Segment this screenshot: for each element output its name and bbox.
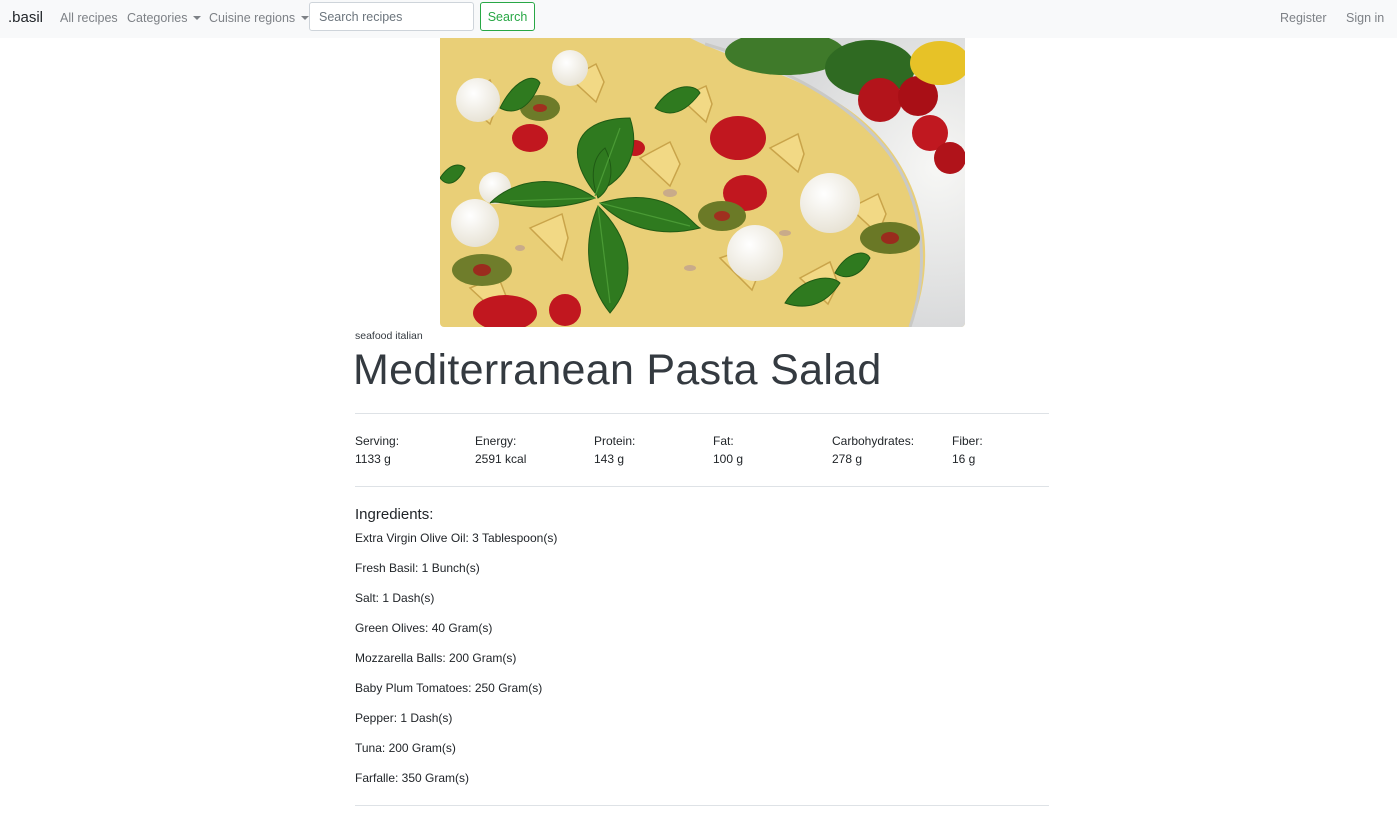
chevron-down-icon bbox=[193, 16, 202, 20]
recipe-image bbox=[440, 38, 965, 327]
nutrient-label: Carbohydrates: bbox=[832, 434, 915, 448]
nutrient-fiber: Fiber: 16 g bbox=[952, 434, 983, 466]
ingredient-item: Salt: 1 Dash(s) bbox=[355, 591, 435, 605]
chevron-down-icon bbox=[301, 16, 310, 20]
nutrient-energy: Energy: 2591 kcal bbox=[475, 434, 526, 466]
nutrient-serving: Serving: 1133 g bbox=[355, 434, 399, 466]
ingredient-item: Green Olives: 40 Gram(s) bbox=[355, 621, 493, 635]
search-button[interactable]: Search bbox=[480, 2, 535, 31]
ingredient-item: Farfalle: 350 Gram(s) bbox=[355, 771, 470, 785]
ingredient-item: Extra Virgin Olive Oil: 3 Tablespoon(s) bbox=[355, 531, 558, 545]
ingredients-list: Extra Virgin Olive Oil: 3 Tablespoon(s) … bbox=[355, 531, 557, 801]
search-input[interactable] bbox=[309, 2, 474, 31]
navbar: .basil All recipes Categories Cuisine re… bbox=[0, 0, 1397, 38]
nutrient-value: 2591 kcal bbox=[475, 452, 527, 466]
ingredients-heading: Ingredients: bbox=[355, 506, 434, 523]
ingredient-item: Fresh Basil: 1 Bunch(s) bbox=[355, 561, 480, 575]
nutrient-value: 278 g bbox=[832, 452, 863, 466]
recipe-tags: seafood italian bbox=[355, 330, 423, 342]
nutrient-value: 100 g bbox=[713, 452, 744, 466]
nav-all-recipes[interactable]: All recipes bbox=[60, 11, 118, 25]
divider bbox=[355, 413, 1049, 414]
nutrient-label: Fiber: bbox=[952, 434, 983, 448]
nav-cuisine-regions-dropdown[interactable]: Cuisine regions bbox=[209, 11, 310, 25]
nutrient-carbohydrates: Carbohydrates: 278 g bbox=[832, 434, 914, 466]
nav-categories-dropdown[interactable]: Categories bbox=[127, 11, 202, 25]
register-link[interactable]: Register bbox=[1280, 11, 1327, 25]
ingredient-item: Pepper: 1 Dash(s) bbox=[355, 711, 453, 725]
nutrient-value: 16 g bbox=[952, 452, 976, 466]
ingredient-item: Baby Plum Tomatoes: 250 Gram(s) bbox=[355, 681, 543, 695]
nutrient-label: Fat: bbox=[713, 434, 734, 448]
nav-categories-label: Categories bbox=[127, 11, 188, 25]
nutrient-value: 1133 g bbox=[355, 452, 391, 466]
ingredient-item: Mozzarella Balls: 200 Gram(s) bbox=[355, 651, 517, 665]
nutrient-value: 143 g bbox=[594, 452, 625, 466]
ingredient-item: Tuna: 200 Gram(s) bbox=[355, 741, 456, 755]
divider bbox=[355, 486, 1049, 487]
recipe-title: Mediterranean Pasta Salad bbox=[353, 346, 882, 394]
divider bbox=[355, 805, 1049, 806]
nav-cuisine-regions-label: Cuisine regions bbox=[209, 11, 296, 25]
nutrient-fat: Fat: 100 g bbox=[713, 434, 743, 466]
nutrient-protein: Protein: 143 g bbox=[594, 434, 635, 466]
nutrient-label: Protein: bbox=[594, 434, 636, 448]
brand-logo-link[interactable]: .basil bbox=[8, 9, 43, 26]
nutrient-label: Serving: bbox=[355, 434, 400, 448]
sign-in-link[interactable]: Sign in bbox=[1346, 11, 1384, 25]
nutrient-label: Energy: bbox=[475, 434, 517, 448]
